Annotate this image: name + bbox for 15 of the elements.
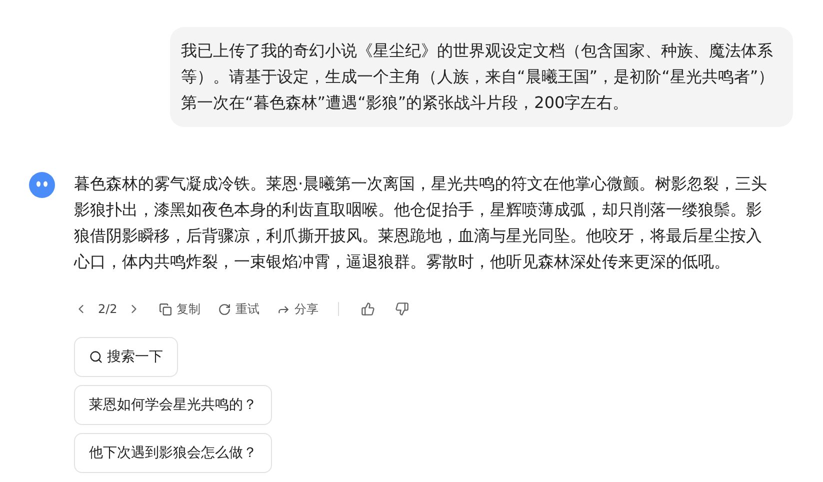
page-counter: 2/2 xyxy=(98,302,118,316)
avatar-icon xyxy=(28,171,56,199)
search-icon xyxy=(89,350,103,364)
suggestion-button[interactable]: 莱恩如何学会星光共鸣的？ xyxy=(74,385,272,425)
thumbs-down-icon[interactable] xyxy=(395,302,410,316)
copy-button[interactable]: 复制 xyxy=(159,300,200,318)
search-button[interactable]: 搜索一下 xyxy=(74,337,178,377)
thumbs-up-icon[interactable] xyxy=(361,302,376,316)
copy-icon xyxy=(159,302,172,316)
retry-button[interactable]: 重试 xyxy=(218,300,260,318)
share-button[interactable]: 分享 xyxy=(277,300,318,318)
user-message: 我已上传了我的奇幻小说《星尘纪》的世界观设定文档（包含国家、种族、魔法体系等）。请基于设定，生成一个主角（人族，来自“晨曦王国”，是初阶“星光共鸣者”）第一次在“暮色森林”遭遇“影狼”的紧张战斗片段，200字左右。 xyxy=(170,27,793,127)
reply-text: 暮色森林的雾气凝成冷铁。莱恩·晨曦第一次离国，星光共鸣的符文在他掌心微颤。树影忽裂，三头影狼扑出，漆黑如夜色本身的利齿直取咽喉。他仓促抬手，星辉喷薄成弧，却只削落一缕狼鬃。影狼借阴影瞬移，后背骤凉，利爪撕开披风。莱恩跪地，血滴与星光同坠。他咬牙，将最后星尘按入心口，体内共鸣炸裂，一束银焰冲霄，逼退狼群。雾散时，他听见森林深处传来更深的低吼。 xyxy=(74,173,768,273)
suggestion-button[interactable]: 他下次遇到影狼会怎么做？ xyxy=(74,433,272,473)
retry-icon xyxy=(218,302,232,316)
